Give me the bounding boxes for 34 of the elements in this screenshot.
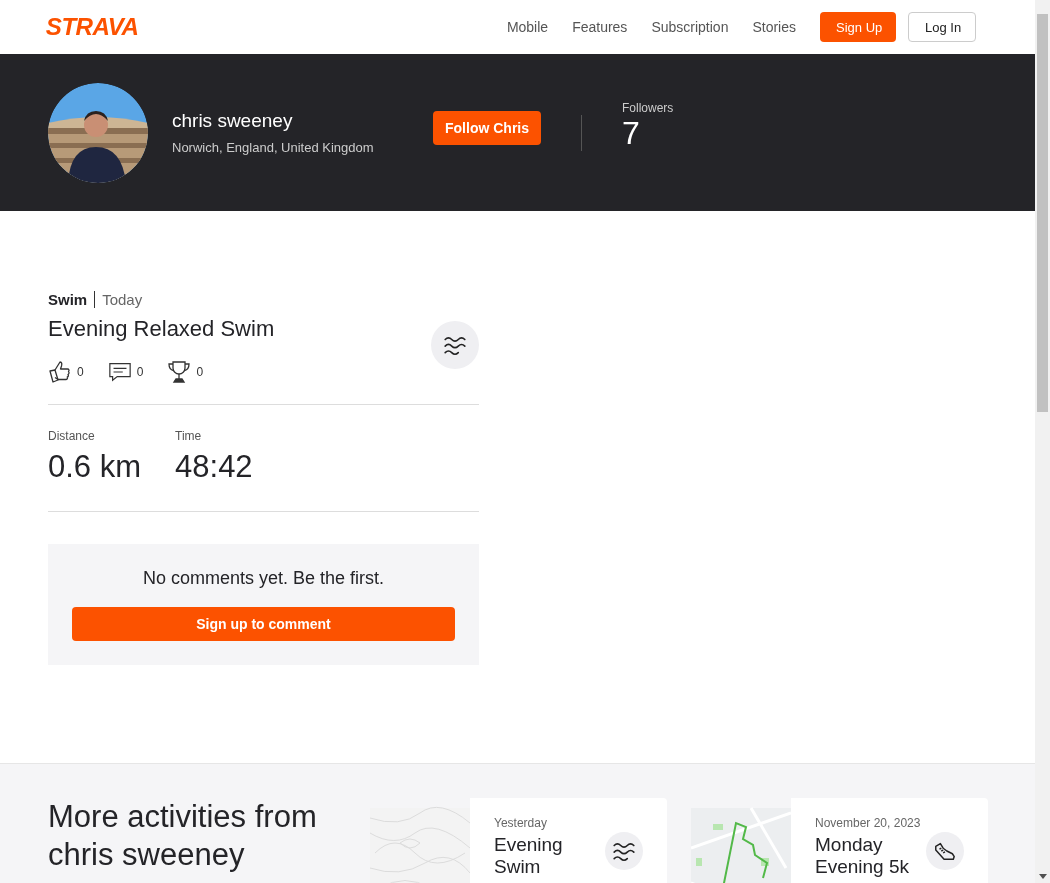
activity-card[interactable]: November 20, 2023 Monday Evening 5k xyxy=(791,798,988,883)
nav-link[interactable]: Features xyxy=(572,19,628,35)
activity-title[interactable]: Evening Relaxed Swim xyxy=(48,316,275,342)
trophy-icon xyxy=(167,360,192,384)
athlete-location: Norwich, England, United Kingdom xyxy=(172,140,375,155)
reaction-count: 0 xyxy=(136,365,144,379)
swim-icon xyxy=(443,334,467,356)
reaction-count: 0 xyxy=(77,365,84,379)
stat-label: Time xyxy=(175,429,203,443)
comment-icon xyxy=(107,360,132,384)
activity-card[interactable]: Yesterday Evening Swim xyxy=(470,798,667,883)
stat-value: 0.6 km xyxy=(48,449,142,485)
nav-link[interactable]: Stories xyxy=(752,19,796,35)
athlete-name: chris sweeney xyxy=(172,110,294,132)
thumbs-up-icon xyxy=(48,360,72,384)
shoe-icon xyxy=(933,840,957,862)
stat-value: 48:42 xyxy=(175,449,253,485)
activity-title: Monday Evening 5k xyxy=(815,834,910,878)
nav-link[interactable]: Subscription xyxy=(651,19,729,35)
sport-type: Swim xyxy=(48,291,96,308)
activity-date: Today xyxy=(101,291,143,308)
stat-label: Distance xyxy=(48,429,96,443)
activity-date: Yesterday xyxy=(494,816,548,830)
reaction-count: 0 xyxy=(196,365,204,379)
no-comments-message: No comments yet. Be the first. xyxy=(141,568,386,589)
followers-label: Followers xyxy=(622,100,674,115)
scrollbar[interactable] xyxy=(1035,0,1050,883)
nav-link[interactable]: Mobile xyxy=(506,19,549,35)
activity-date: November 20, 2023 xyxy=(815,816,922,830)
activity-title: Evening Swim xyxy=(494,834,564,878)
section-heading: More activities from chris sweeney xyxy=(48,798,318,874)
followers-count: 7 xyxy=(622,114,641,152)
swim-icon xyxy=(612,840,636,862)
log-in-button[interactable]: Log In xyxy=(908,12,976,42)
